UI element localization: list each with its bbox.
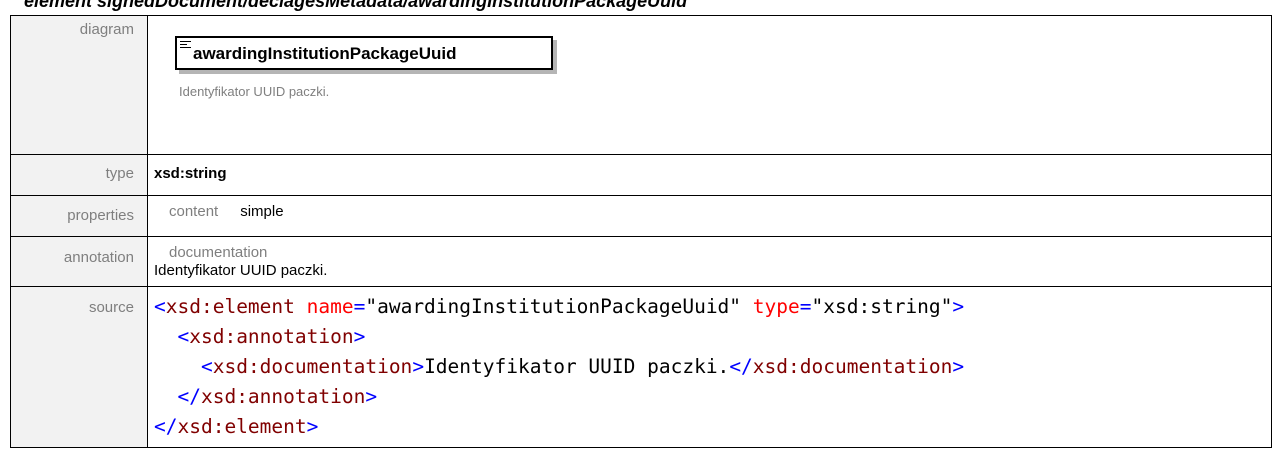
annotation-label: annotation bbox=[63, 249, 134, 266]
properties-row: properties content simple bbox=[10, 195, 1272, 237]
diagram-label-cell: diagram bbox=[10, 15, 148, 155]
page-heading: element signedDocument/declagesMetadata/… bbox=[24, 0, 688, 11]
source-line-4: </xsd:annotation> bbox=[177, 385, 378, 408]
type-row: type xsd:string bbox=[10, 154, 1272, 196]
diagram-label: diagram bbox=[79, 21, 134, 38]
diagram: awardingInstitutionPackageUuid Identyfik… bbox=[148, 16, 1271, 154]
source-cell: <xsd:element name="awardingInstitutionPa… bbox=[147, 286, 1272, 448]
annotation-value: Identyfikator UUID paczki. bbox=[154, 262, 328, 279]
properties-value: simple bbox=[240, 203, 284, 220]
element-documentation: Identyfikator UUID paczki. bbox=[179, 84, 330, 99]
source-line-5: </xsd:element> bbox=[154, 415, 319, 438]
properties-label: properties bbox=[67, 207, 134, 224]
type-cell: xsd:string bbox=[147, 154, 1272, 196]
element-name: awardingInstitutionPackageUuid bbox=[193, 44, 457, 63]
documentation-lines-icon bbox=[180, 41, 191, 50]
properties-key: content bbox=[169, 203, 219, 220]
schema-doc-table: diagram awardingInstitutionPackageUuid I… bbox=[10, 15, 1272, 448]
type-label: type bbox=[105, 165, 134, 182]
source-line-3: <xsd:documentation>Identyfikator UUID pa… bbox=[200, 355, 965, 378]
properties-label-cell: properties bbox=[10, 195, 148, 237]
annotation-label-cell: annotation bbox=[10, 236, 148, 287]
annotation-row: annotation documentation Identyfikator U… bbox=[10, 236, 1272, 287]
element-box[interactable]: awardingInstitutionPackageUuid bbox=[175, 36, 553, 70]
source-label: source bbox=[88, 299, 134, 316]
source-line-1: <xsd:element name="awardingInstitutionPa… bbox=[154, 295, 965, 318]
source-row: source <xsd:element name="awardingInstit… bbox=[10, 286, 1272, 448]
diagram-cell: awardingInstitutionPackageUuid Identyfik… bbox=[147, 15, 1272, 155]
properties-line: content simple bbox=[148, 196, 1271, 220]
source-code: <xsd:element name="awardingInstitutionPa… bbox=[148, 287, 1271, 442]
type-label-cell: type bbox=[10, 154, 148, 196]
annotation-key: documentation bbox=[169, 244, 268, 261]
properties-cell: content simple bbox=[147, 195, 1272, 237]
annotation-cell: documentation Identyfikator UUID paczki. bbox=[147, 236, 1272, 287]
diagram-row: diagram awardingInstitutionPackageUuid I… bbox=[10, 15, 1272, 155]
type-value: xsd:string bbox=[154, 165, 227, 182]
source-line-2: <xsd:annotation> bbox=[177, 325, 366, 348]
source-label-cell: source bbox=[10, 286, 148, 448]
